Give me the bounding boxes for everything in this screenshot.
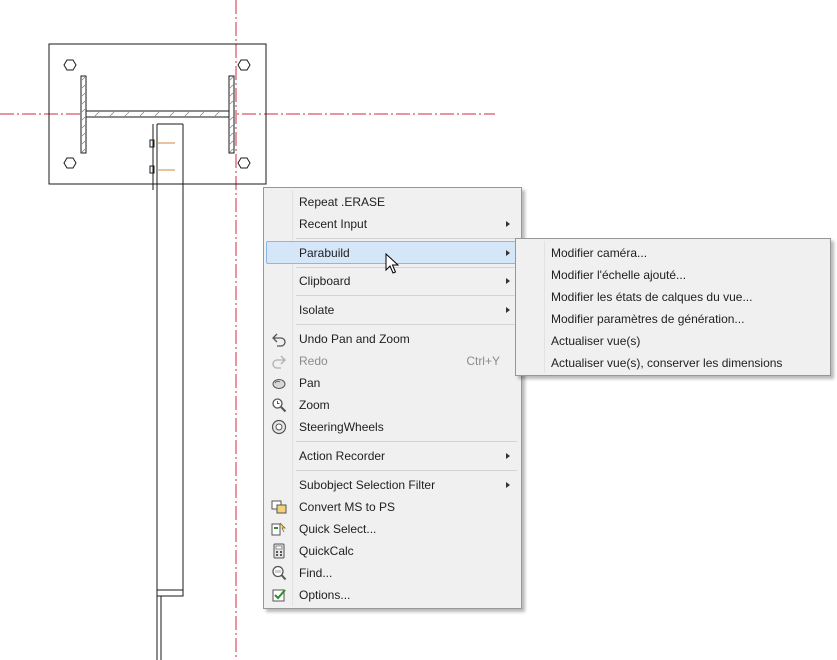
menu-item-label: Options... <box>299 588 351 602</box>
submenu-arrow-icon <box>506 453 510 459</box>
menu-item-isolate[interactable]: Isolate <box>266 299 519 321</box>
menu-item-label: Find... <box>299 566 333 580</box>
menu-item-label: Actualiser vue(s) <box>551 334 641 348</box>
submenu-item-modifier-etats-calques[interactable]: Modifier les états de calques du vue... <box>518 286 828 308</box>
menu-item-label: Clipboard <box>299 274 351 288</box>
parabuild-submenu: Modifier caméra... Modifier l'échelle aj… <box>515 238 831 376</box>
menu-item-label: Modifier paramètres de génération... <box>551 312 745 326</box>
menu-item-label: Parabuild <box>299 246 350 260</box>
submenu-arrow-icon <box>506 307 510 313</box>
menu-item-recent-input[interactable]: Recent Input <box>266 213 519 235</box>
submenu-item-modifier-parametres[interactable]: Modifier paramètres de génération... <box>518 308 828 330</box>
quick-select-icon <box>271 522 286 536</box>
submenu-arrow-icon <box>506 482 510 488</box>
menu-item-label: Redo <box>299 354 328 368</box>
menu-item-repeat-erase[interactable]: Repeat .ERASE <box>266 191 519 213</box>
menu-item-label: Actualiser vue(s), conserver les dimensi… <box>551 356 783 370</box>
menu-separator <box>296 470 517 471</box>
menu-item-label: Pan <box>299 376 321 390</box>
menu-item-label: Modifier caméra... <box>551 246 648 260</box>
submenu-arrow-icon <box>506 278 510 284</box>
menu-item-label: Undo Pan and Zoom <box>299 332 410 346</box>
submenu-arrow-icon <box>506 250 510 256</box>
menu-separator <box>296 324 517 325</box>
menu-item-label: Modifier les états de calques du vue... <box>551 290 753 304</box>
submenu-item-actualiser-vues[interactable]: Actualiser vue(s) <box>518 330 828 352</box>
menu-item-label: Modifier l'échelle ajouté... <box>551 268 687 282</box>
menu-item-label: QuickCalc <box>299 544 354 558</box>
menu-item-label: Subobject Selection Filter <box>299 478 436 492</box>
menu-item-label: Recent Input <box>299 217 368 231</box>
menu-item-find[interactable]: Find... <box>266 562 519 584</box>
steering-wheel-icon <box>271 419 287 435</box>
undo-icon <box>272 333 286 347</box>
menu-item-steeringwheels[interactable]: SteeringWheels <box>266 416 519 438</box>
context-menu: Repeat .ERASE Recent Input Parabuild Cli… <box>263 187 522 609</box>
menu-item-label: Quick Select... <box>299 522 377 536</box>
pan-hand-icon <box>272 379 286 389</box>
menu-item-label: Zoom <box>299 398 330 412</box>
mouse-pointer-icon <box>385 253 399 274</box>
convert-icon <box>271 500 287 514</box>
find-icon <box>272 565 287 581</box>
menu-item-options[interactable]: Options... <box>266 584 519 606</box>
column-elevation <box>149 123 184 660</box>
menu-separator <box>296 441 517 442</box>
menu-item-label: Action Recorder <box>299 449 386 463</box>
menu-item-convert-ms-to-ps[interactable]: Convert MS to PS <box>266 496 519 518</box>
submenu-item-modifier-echelle[interactable]: Modifier l'échelle ajouté... <box>518 264 828 286</box>
menu-item-shortcut: Ctrl+Y <box>466 354 500 368</box>
menu-separator <box>296 267 517 268</box>
menu-item-quick-select[interactable]: Quick Select... <box>266 518 519 540</box>
submenu-item-actualiser-conserver[interactable]: Actualiser vue(s), conserver les dimensi… <box>518 352 828 374</box>
menu-separator <box>296 295 517 296</box>
menu-item-label: SteeringWheels <box>299 420 384 434</box>
menu-item-action-recorder[interactable]: Action Recorder <box>266 445 519 467</box>
calculator-icon <box>273 543 285 559</box>
submenu-arrow-icon <box>506 221 510 227</box>
menu-separator <box>296 238 517 239</box>
menu-item-pan[interactable]: Pan <box>266 372 519 394</box>
menu-item-subobject-selection-filter[interactable]: Subobject Selection Filter <box>266 474 519 496</box>
options-check-icon <box>272 589 286 602</box>
menu-item-label: Isolate <box>299 303 335 317</box>
menu-item-undo-pan-zoom[interactable]: Undo Pan and Zoom <box>266 328 519 350</box>
redo-icon <box>272 355 286 369</box>
menu-item-quickcalc[interactable]: QuickCalc <box>266 540 519 562</box>
submenu-item-modifier-camera[interactable]: Modifier caméra... <box>518 242 828 264</box>
menu-item-label: Repeat .ERASE <box>299 195 386 209</box>
menu-item-zoom[interactable]: Zoom <box>266 394 519 416</box>
menu-item-label: Convert MS to PS <box>299 500 396 514</box>
zoom-icon <box>272 398 287 413</box>
menu-item-redo[interactable]: Redo Ctrl+Y <box>266 350 519 372</box>
